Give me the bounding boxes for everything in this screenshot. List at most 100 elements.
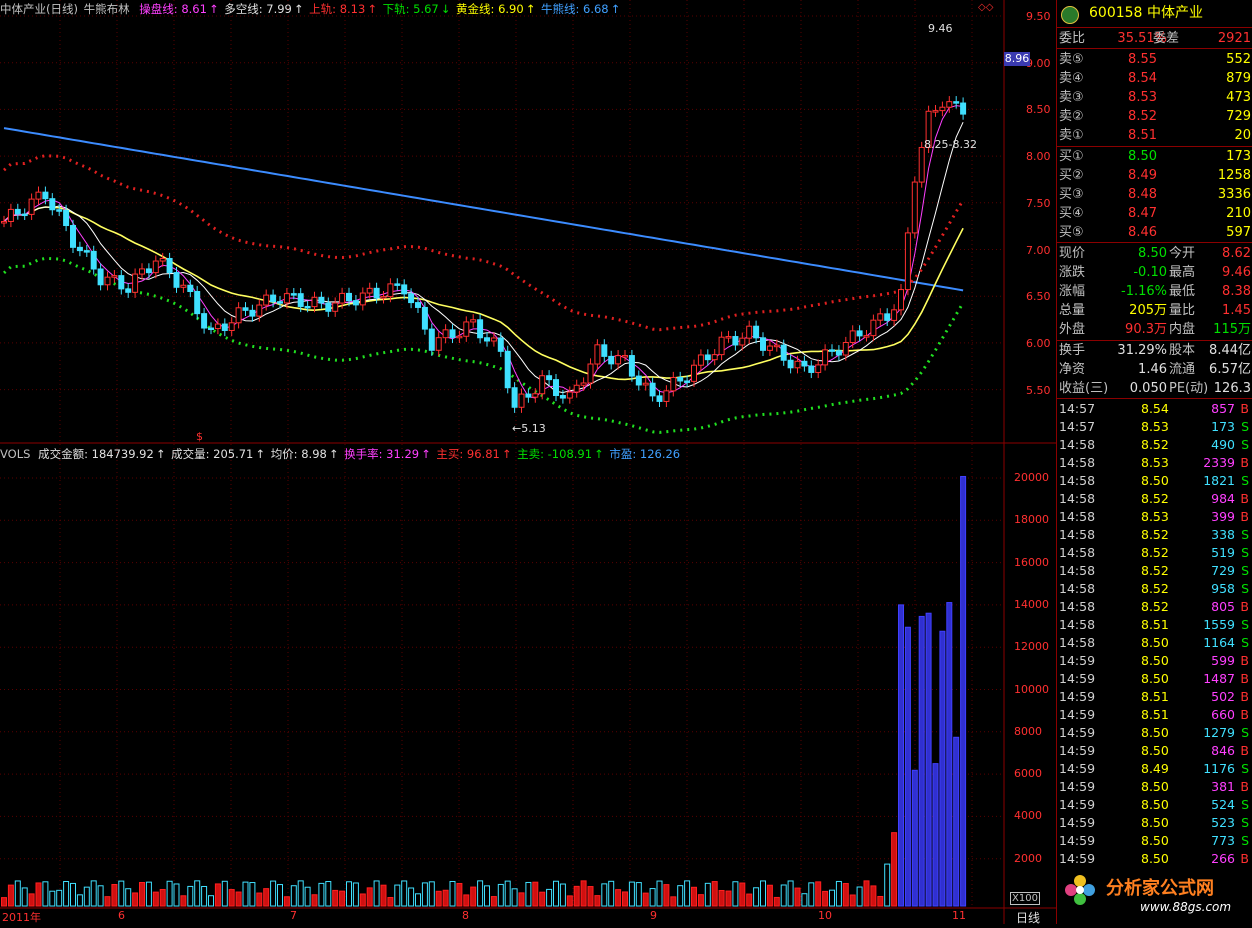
candle-body — [849, 330, 856, 343]
candle-body — [359, 292, 366, 306]
tick-row[interactable]: 14:59 8.50 1487 B — [1057, 670, 1252, 688]
bid-price: 8.47 — [1128, 206, 1157, 221]
site-logo[interactable]: 分析家公式网 www.88gs.com — [1056, 860, 1252, 924]
tick-row[interactable]: 14:57 8.53 173 S — [1057, 418, 1252, 436]
volume-bar — [228, 889, 235, 907]
candle-body — [656, 395, 663, 402]
volume-bar — [49, 890, 56, 907]
tick-side: B — [1240, 599, 1249, 614]
bid-row[interactable]: 买④ 8.47 210 — [1057, 204, 1252, 223]
tick-row[interactable]: 14:58 8.53 2339 B — [1057, 454, 1252, 472]
candle-body — [856, 330, 863, 337]
kline-chart[interactable] — [0, 0, 1056, 924]
ask-row[interactable]: 卖④ 8.54 879 — [1057, 69, 1252, 88]
tick-row[interactable]: 14:58 8.51 1559 S — [1057, 616, 1252, 634]
candle-body — [773, 344, 780, 348]
candle-body — [870, 319, 877, 337]
candle-body — [311, 296, 318, 308]
tick-row[interactable]: 14:59 8.49 1176 S — [1057, 760, 1252, 778]
candle-body — [594, 344, 601, 365]
tick-row[interactable]: 14:58 8.52 958 S — [1057, 580, 1252, 598]
volume-bar — [870, 885, 877, 907]
volume-bar — [566, 895, 573, 907]
volume-bar — [532, 881, 539, 907]
tick-time: 14:59 — [1059, 689, 1096, 704]
volume-bar — [470, 886, 477, 907]
volume-bar — [760, 880, 766, 907]
volume-bar — [863, 880, 870, 907]
volume-bar — [270, 880, 277, 907]
tick-time: 14:57 — [1059, 401, 1096, 416]
ask-row[interactable]: 卖③ 8.53 473 — [1057, 88, 1252, 107]
stat-row: 总量 205万 量比 1.45 — [1057, 301, 1252, 320]
tick-row[interactable]: 14:58 8.52 490 S — [1057, 436, 1252, 454]
volume-bar — [953, 736, 960, 907]
tick-volume: 984 — [1211, 491, 1235, 506]
tick-row[interactable]: 14:59 8.51 502 B — [1057, 688, 1252, 706]
tick-row[interactable]: 14:59 8.50 381 B — [1057, 778, 1252, 796]
ask-row[interactable]: 卖⑤ 8.55 552 — [1057, 50, 1252, 69]
candle-body — [263, 294, 270, 306]
volume-bar — [152, 891, 159, 907]
volume-bar — [490, 896, 497, 907]
tick-side: S — [1241, 761, 1249, 776]
volume-bar — [670, 896, 677, 907]
stat-label: 今开 — [1169, 246, 1196, 261]
ask-row[interactable]: 卖① 8.51 20 — [1057, 126, 1252, 145]
price-tick-label: 9.50 — [1026, 10, 1051, 23]
volume-bar — [166, 880, 173, 907]
volume-bar — [642, 892, 649, 907]
tick-row[interactable]: 14:59 8.50 523 S — [1057, 814, 1252, 832]
candle-body — [939, 106, 946, 112]
ask-row[interactable]: 卖② 8.52 729 — [1057, 107, 1252, 126]
volume-bar — [145, 881, 152, 907]
tick-time: 14:58 — [1059, 545, 1096, 560]
volume-unit-label: X100 — [1010, 892, 1040, 905]
tick-volume: 490 — [1211, 437, 1235, 452]
candle-body — [642, 382, 649, 386]
tick-time: 14:58 — [1059, 491, 1096, 506]
candle-body — [139, 268, 145, 275]
volume-bar — [173, 883, 180, 907]
candle-body — [242, 307, 249, 311]
period-label[interactable]: 日线 — [1016, 909, 1040, 926]
candle-body — [808, 365, 815, 373]
tick-row[interactable]: 14:58 8.50 1164 S — [1057, 634, 1252, 652]
tick-volume: 399 — [1211, 509, 1235, 524]
volume-bar — [849, 894, 856, 907]
tick-volume: 1279 — [1203, 725, 1235, 740]
tick-row[interactable]: 14:59 8.50 599 B — [1057, 652, 1252, 670]
tick-row[interactable]: 14:59 8.51 660 B — [1057, 706, 1252, 724]
ask-label: 卖② — [1059, 109, 1084, 124]
bid-row[interactable]: 买② 8.49 1258 — [1057, 166, 1252, 185]
volume-bar — [408, 887, 415, 907]
tick-row[interactable]: 14:58 8.52 729 S — [1057, 562, 1252, 580]
tick-row[interactable]: 14:58 8.52 338 S — [1057, 526, 1252, 544]
fundamental-label: PE(动) — [1169, 381, 1209, 396]
corner-icons[interactable]: ◇◇ — [978, 2, 993, 13]
bid-row[interactable]: 买⑤ 8.46 597 — [1057, 223, 1252, 242]
tick-row[interactable]: 14:58 8.52 984 B — [1057, 490, 1252, 508]
tick-volume: 857 — [1211, 401, 1235, 416]
tick-row[interactable]: 14:59 8.50 524 S — [1057, 796, 1252, 814]
volume-bar — [70, 882, 76, 907]
tick-row[interactable]: 14:59 8.50 1279 S — [1057, 724, 1252, 742]
bid-row[interactable]: 买③ 8.48 3336 — [1057, 185, 1252, 204]
bid-row[interactable]: 买① 8.50 173 — [1057, 147, 1252, 166]
tick-row[interactable]: 14:59 8.50 846 B — [1057, 742, 1252, 760]
candle-body — [152, 260, 159, 274]
tick-row[interactable]: 14:58 8.50 1821 S — [1057, 472, 1252, 490]
tick-row[interactable]: 14:57 8.54 857 B — [1057, 400, 1252, 418]
candle-body — [97, 268, 104, 286]
price-tick-label: 8.50 — [1026, 103, 1051, 117]
tick-row[interactable]: 14:59 8.50 773 S — [1057, 832, 1252, 850]
candle-body — [132, 273, 139, 293]
tick-time: 14:58 — [1059, 599, 1096, 614]
tick-row[interactable]: 14:58 8.52 519 S — [1057, 544, 1252, 562]
volume-bar — [97, 885, 104, 907]
tick-row[interactable]: 14:58 8.53 399 B — [1057, 508, 1252, 526]
tick-row[interactable]: 14:58 8.52 805 B — [1057, 598, 1252, 616]
tick-volume: 338 — [1211, 527, 1235, 542]
vol-item-volume: 成交量: 205.71 — [171, 447, 254, 461]
volume-tick-label: 10000 — [1014, 682, 1049, 696]
